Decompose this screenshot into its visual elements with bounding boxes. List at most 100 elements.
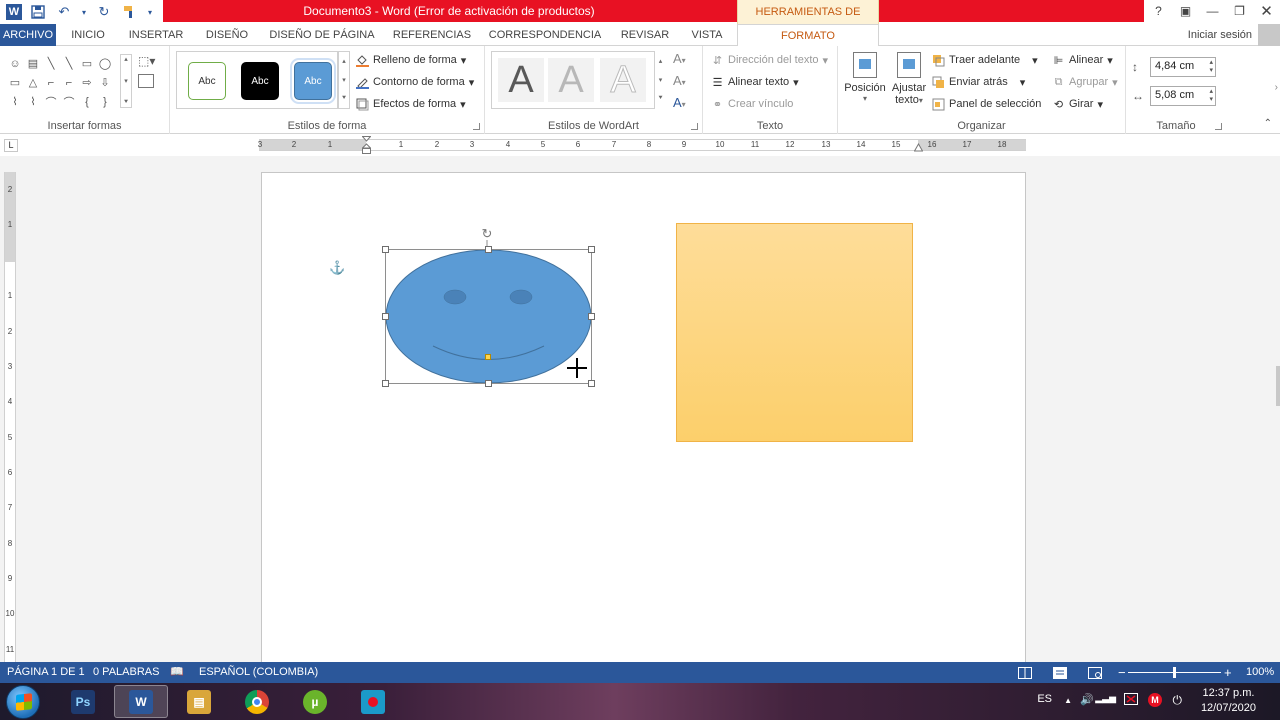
oval-shape-icon[interactable]: ◯ <box>96 54 114 73</box>
tab-selector[interactable]: L <box>4 139 18 152</box>
wordart-style-outline[interactable]: A <box>600 58 646 102</box>
rectangle-shape[interactable] <box>676 223 913 442</box>
network-signal-icon[interactable]: ▂▃▅ <box>1095 693 1116 704</box>
taskbar-app-photoshop[interactable]: Ps <box>56 685 110 718</box>
left-indent-marker[interactable] <box>362 136 371 154</box>
tab-referencias[interactable]: REFERENCIAS <box>388 24 476 46</box>
tab-archivo[interactable]: ARCHIVO <box>0 24 56 46</box>
start-button[interactable] <box>6 685 40 719</box>
show-hidden-icons[interactable]: ▲ <box>1064 696 1072 705</box>
shapes-gallery-scroll[interactable]: ▴ ▾ ⯆ <box>120 54 132 108</box>
wrap-text-button[interactable]: Ajustar texto▾ <box>888 52 930 106</box>
style-swatch-outline-green[interactable]: Abc <box>188 62 226 100</box>
resize-handle-se[interactable] <box>588 380 595 387</box>
shape-width-input[interactable]: 5,08 cm ▴ ▾ <box>1150 86 1216 106</box>
minimize-button[interactable]: — <box>1199 0 1226 22</box>
text-direction-button[interactable]: ⇵ Dirección del texto ▾ <box>711 50 828 70</box>
signin-link[interactable]: Iniciar sesión <box>1188 24 1252 46</box>
style-swatch-blue[interactable]: Abc <box>290 58 336 104</box>
resize-handle-nw[interactable] <box>382 246 389 253</box>
resize-handle-w[interactable] <box>382 313 389 320</box>
power-plug-icon[interactable]: ⏻ <box>1173 693 1183 708</box>
text-outline-icon[interactable]: A▾ <box>673 73 697 88</box>
zoom-slider-thumb[interactable] <box>1173 667 1176 678</box>
ribbon-scroll-right-icon[interactable]: › <box>1275 82 1278 93</box>
scroll-up-icon[interactable]: ▴ <box>124 55 128 63</box>
right-brace-shape-icon[interactable]: } <box>96 92 114 111</box>
customize-qat-icon[interactable]: ▾ <box>146 2 154 22</box>
word-count[interactable]: 0 PALABRAS <box>93 662 159 683</box>
ruler-bar[interactable]: 3 2 1 1 2 3 4 5 6 7 8 9 10 11 12 13 14 1… <box>258 139 1026 151</box>
tab-inicio[interactable]: INICIO <box>60 24 116 46</box>
ribbon-display-button[interactable]: ▣ <box>1172 0 1199 22</box>
rotate-handle-icon[interactable]: ↻ <box>480 227 494 241</box>
triangle-shape-icon[interactable]: △ <box>24 73 42 92</box>
create-link-button[interactable]: ⚭ Crear vínculo <box>711 94 794 114</box>
undo-icon[interactable]: ↶ <box>54 2 74 22</box>
zoom-in-button[interactable]: + <box>1224 662 1232 683</box>
rotate-button[interactable]: ⟲ Girar ▾ <box>1052 94 1103 114</box>
smiley-shape-icon[interactable]: ☺ <box>6 54 24 73</box>
resize-handle-ne[interactable] <box>588 246 595 253</box>
adjustment-handle[interactable] <box>485 354 491 360</box>
shape-fill-button[interactable]: Relleno de forma ▾ <box>356 50 466 70</box>
zoom-level[interactable]: 100% <box>1246 662 1274 683</box>
send-backward-button[interactable]: Enviar atrás ▾ <box>932 72 1025 92</box>
textbox-shape-icon[interactable]: ▤ <box>24 54 42 73</box>
group-button[interactable]: ⧉ Agrupar ▾ <box>1052 72 1118 92</box>
selection-pane-button[interactable]: Panel de selección <box>932 94 1041 114</box>
spin-up-icon[interactable]: ▴ <box>1209 59 1213 66</box>
anchor-icon[interactable]: ⚓ <box>329 260 345 276</box>
dialog-launcher-icon[interactable] <box>1215 123 1222 130</box>
align-button[interactable]: ⊫ Alinear ▾ <box>1052 50 1113 70</box>
style-swatch-black[interactable]: Abc <box>241 62 279 100</box>
antivirus-icon[interactable]: M <box>1148 693 1162 707</box>
curve-shape-icon[interactable]: ⌒ <box>60 92 78 111</box>
taskbar-app-explorer[interactable]: ▤ <box>172 685 226 718</box>
shape-outline-button[interactable]: Contorno de forma ▾ <box>356 72 474 92</box>
spin-down-icon[interactable]: ▾ <box>1209 67 1213 74</box>
tab-insertar[interactable]: INSERTAR <box>124 24 188 46</box>
zoom-out-button[interactable]: − <box>1118 662 1126 683</box>
tab-correspondencia[interactable]: CORRESPONDENCIA <box>486 24 604 46</box>
collapse-ribbon-icon[interactable]: ⌃ <box>1264 118 1272 129</box>
vertical-scrollbar-thumb[interactable] <box>1276 366 1280 406</box>
avatar[interactable] <box>1258 24 1280 46</box>
help-button[interactable]: ? <box>1145 0 1172 22</box>
selection-box[interactable] <box>382 246 595 387</box>
text-effects-icon[interactable]: A▾ <box>673 95 697 110</box>
undo-dropdown-icon[interactable]: ▾ <box>80 2 88 22</box>
taskbar-app-chrome[interactable] <box>230 685 284 718</box>
proofing-icon[interactable]: 📖 <box>170 662 184 683</box>
page-count[interactable]: PÁGINA 1 DE 1 <box>7 662 85 683</box>
scroll-more-icon[interactable]: ⯆ <box>341 95 347 103</box>
down-arrow-shape-icon[interactable]: ⇩ <box>96 73 114 92</box>
height-spinner[interactable]: ▴ ▾ <box>1209 59 1213 75</box>
vertical-ruler[interactable]: 2 1 1 2 3 4 5 6 7 8 9 10 11 <box>4 172 16 662</box>
scroll-down-icon[interactable]: ▾ <box>342 76 346 84</box>
arrow-line-shape-icon[interactable]: ╲ <box>60 54 78 73</box>
wordart-style-light[interactable]: A <box>548 58 594 102</box>
left-brace-shape-icon[interactable]: { <box>78 92 96 111</box>
elbow-arrow-shape-icon[interactable]: ⌐ <box>60 73 78 92</box>
scroll-down-icon[interactable]: ▾ <box>124 77 128 85</box>
shape-effects-button[interactable]: Efectos de forma ▾ <box>356 94 466 114</box>
width-spinner[interactable]: ▴ ▾ <box>1209 88 1213 104</box>
input-language[interactable]: ES <box>1037 693 1052 705</box>
action-center-icon[interactable] <box>1124 693 1138 708</box>
position-button[interactable]: Posición ▾ <box>844 52 886 103</box>
rectangle-shape-icon[interactable]: ▭ <box>78 54 96 73</box>
wordart-style-dark[interactable]: A <box>498 58 544 102</box>
arc-shape-icon[interactable]: ⌒ <box>42 92 60 111</box>
draw-textbox-icon[interactable] <box>138 74 154 88</box>
close-button[interactable]: ✕ <box>1253 0 1280 22</box>
elbow-connector-shape-icon[interactable]: ⌐ <box>42 73 60 92</box>
freeform-shape-icon[interactable]: ⌇ <box>6 92 24 111</box>
right-indent-marker[interactable] <box>914 143 923 152</box>
language-status[interactable]: ESPAÑOL (COLOMBIA) <box>199 662 318 683</box>
resize-handle-n[interactable] <box>485 246 492 253</box>
spin-down-icon[interactable]: ▾ <box>1209 96 1213 103</box>
scribble-shape-icon[interactable]: ⌇ <box>24 92 42 111</box>
word-app-icon[interactable]: W <box>6 4 22 20</box>
scroll-up-icon[interactable]: ▴ <box>659 57 663 65</box>
